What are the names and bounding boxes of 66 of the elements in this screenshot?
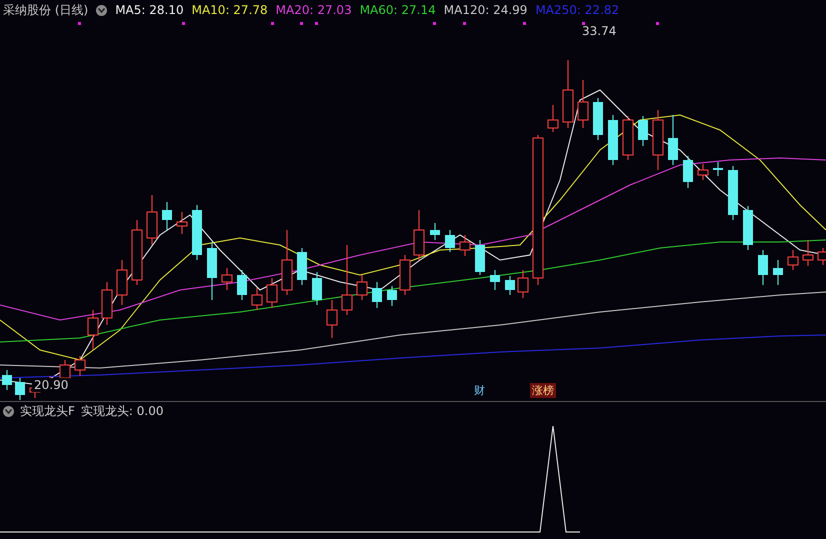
candlestick bbox=[652, 110, 664, 170]
candlestick bbox=[505, 276, 515, 296]
candlestick bbox=[146, 194, 158, 246]
candlestick bbox=[713, 162, 723, 176]
indicator-title: 实现龙头F bbox=[20, 402, 75, 420]
candlestick bbox=[162, 202, 172, 230]
candlestick bbox=[460, 234, 470, 256]
candlestick bbox=[297, 248, 307, 286]
high-price-label: 33.74 bbox=[582, 24, 616, 38]
candlestick bbox=[773, 260, 783, 286]
candlestick bbox=[102, 282, 112, 326]
candlestick bbox=[622, 116, 634, 160]
candlestick bbox=[518, 270, 528, 298]
moving-average-value: MA60: 27.14 bbox=[360, 3, 436, 17]
event-tag[interactable]: 涨榜 bbox=[530, 383, 556, 398]
candlestick bbox=[207, 242, 217, 300]
candlestick bbox=[252, 288, 262, 310]
low-price-label: 20.90 bbox=[32, 378, 70, 392]
candlestick bbox=[562, 60, 574, 128]
moving-average-value: MA5: 28.10 bbox=[115, 3, 184, 17]
candlestick bbox=[698, 164, 708, 180]
candlestick bbox=[282, 230, 292, 296]
collapse-icon[interactable] bbox=[3, 406, 14, 416]
candlestick bbox=[430, 222, 440, 240]
candlestick bbox=[802, 240, 814, 266]
candlestick bbox=[638, 116, 648, 146]
moving-average-value: MA250: 22.82 bbox=[535, 3, 620, 17]
candlestick bbox=[88, 310, 98, 350]
candlestick bbox=[414, 210, 424, 260]
candlestick bbox=[342, 244, 352, 316]
candlestick bbox=[728, 166, 738, 220]
candlestick bbox=[387, 286, 397, 306]
candlestick bbox=[237, 270, 247, 300]
candlestick bbox=[683, 156, 693, 188]
candlestick bbox=[758, 250, 768, 286]
candlestick bbox=[608, 114, 618, 166]
candlestick bbox=[475, 240, 485, 276]
candlestick bbox=[15, 378, 25, 400]
candlestick bbox=[593, 98, 603, 140]
candlestick bbox=[445, 230, 455, 252]
candlestick bbox=[490, 270, 500, 290]
indicator-value: 实现龙头: 0.00 bbox=[80, 402, 164, 420]
candlestick bbox=[132, 220, 142, 286]
candlestick bbox=[266, 278, 278, 308]
event-tag[interactable]: 财 bbox=[472, 383, 487, 398]
candlestick bbox=[326, 300, 338, 338]
candlestick bbox=[356, 274, 368, 300]
moving-average-value: MA10: 27.78 bbox=[192, 3, 268, 17]
candlestick bbox=[116, 260, 128, 306]
stock-title: 采纳股份 (日线) bbox=[3, 2, 88, 18]
candlestick bbox=[312, 272, 322, 306]
candlestick bbox=[222, 268, 232, 290]
candlestick bbox=[400, 254, 410, 296]
candlestick bbox=[74, 356, 86, 376]
candlestick bbox=[2, 370, 12, 390]
candlestick bbox=[372, 282, 382, 308]
candlestick bbox=[743, 206, 753, 250]
candlestick bbox=[548, 104, 558, 132]
candlestick bbox=[578, 80, 588, 128]
candlestick bbox=[192, 204, 202, 260]
candlestick bbox=[788, 250, 798, 270]
collapse-icon[interactable] bbox=[96, 4, 108, 16]
moving-average-value: MA20: 27.03 bbox=[276, 3, 352, 17]
candlestick bbox=[176, 212, 188, 234]
candlestick bbox=[668, 114, 678, 166]
moving-average-value: MA120: 24.99 bbox=[444, 3, 528, 17]
